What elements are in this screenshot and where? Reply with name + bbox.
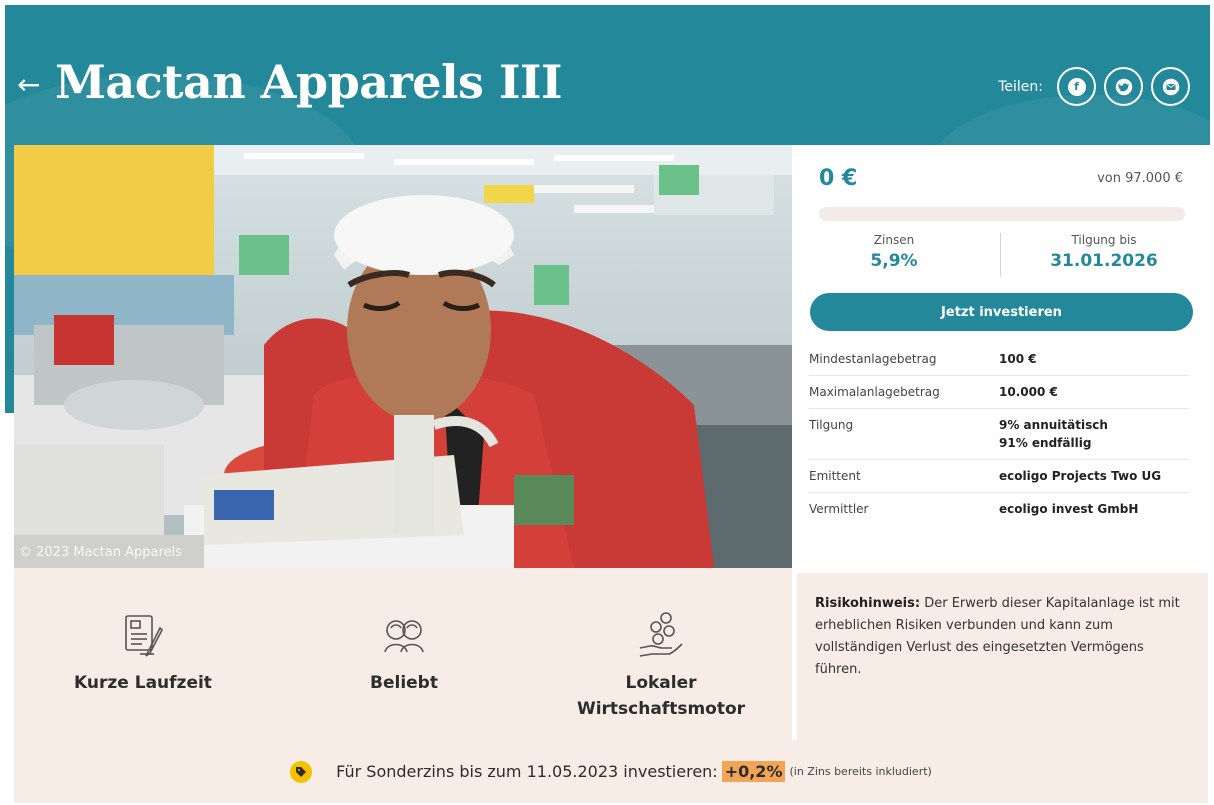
invested-amount: 0 € bbox=[819, 166, 858, 191]
share-label: Teilen: bbox=[998, 78, 1043, 95]
detail-value-group: 9% annuitätisch 91% endfällig bbox=[999, 416, 1189, 452]
bonus-banner: Für Sonderzins bis zum 11.05.2023 invest… bbox=[14, 740, 1208, 803]
bonus-note: (in Zins bereits inkludiert) bbox=[789, 765, 932, 778]
invest-button[interactable]: Jetzt investieren bbox=[810, 293, 1193, 331]
arrow-left-icon[interactable]: ← bbox=[17, 69, 40, 101]
repayment-label: Tilgung bis bbox=[1071, 233, 1137, 247]
feature-label: Lokaler Wirtschaftsmotor bbox=[576, 673, 746, 719]
detail-value: 9% annuitätisch bbox=[999, 418, 1108, 432]
feature-section: Kurze Laufzeit Beliebt Lokaler Wirtschaf… bbox=[14, 568, 792, 740]
project-page: ← Mactan Apparels III Teilen: f © 2023 M… bbox=[0, 0, 1214, 805]
stat-divider bbox=[1000, 233, 1001, 277]
target-amount: von 97.000 € bbox=[1097, 171, 1183, 186]
facebook-icon: f bbox=[1067, 77, 1086, 96]
twitter-share-button[interactable] bbox=[1104, 67, 1143, 106]
people-icon bbox=[384, 620, 424, 653]
detail-row-max: Maximalanlagebetrag 10.000 € bbox=[809, 376, 1189, 409]
detail-value: ecoligo Projects Two UG bbox=[999, 469, 1162, 483]
detail-value: 10.000 € bbox=[999, 385, 1058, 399]
repayment-value: 31.01.2026 bbox=[1050, 251, 1158, 271]
factory-worker-photo bbox=[14, 145, 792, 568]
project-photo: © 2023 Mactan Apparels bbox=[14, 145, 792, 568]
tag-icon bbox=[290, 760, 313, 783]
feature-popular: Beliebt bbox=[294, 610, 514, 696]
detail-row-min: Mindestanlagebetrag 100 € bbox=[809, 343, 1189, 376]
detail-row-repayment: Tilgung 9% annuitätisch 91% endfällig bbox=[809, 409, 1189, 460]
share-bar: Teilen: f bbox=[998, 67, 1190, 106]
feature-short-duration: Kurze Laufzeit bbox=[33, 610, 253, 696]
risk-text: Risikohinweis: Der Erwerb dieser Kapital… bbox=[815, 593, 1190, 681]
feature-label: Beliebt bbox=[370, 673, 438, 693]
funding-progress-bar bbox=[819, 207, 1185, 221]
feature-label: Kurze Laufzeit bbox=[74, 673, 212, 693]
risk-title: Risikohinweis: bbox=[815, 596, 921, 611]
detail-row-broker: Vermittler ecoligo invest GmbH bbox=[809, 493, 1189, 525]
detail-value: 100 € bbox=[999, 352, 1037, 366]
page-title: Mactan Apparels III bbox=[55, 55, 563, 109]
photo-credit: © 2023 Mactan Apparels bbox=[19, 545, 182, 560]
bonus-text: Für Sonderzins bis zum 11.05.2023 invest… bbox=[336, 762, 718, 781]
coins-hand-icon bbox=[639, 612, 683, 657]
detail-value: ecoligo invest GmbH bbox=[999, 502, 1139, 516]
feature-local-economy: Lokaler Wirtschaftsmotor bbox=[551, 610, 771, 722]
twitter-icon bbox=[1115, 78, 1132, 95]
document-pen-icon bbox=[125, 615, 163, 657]
detail-key: Mindestanlagebetrag bbox=[809, 352, 937, 366]
repayment-stat: Tilgung bis 31.01.2026 bbox=[1014, 233, 1194, 271]
detail-row-issuer: Emittent ecoligo Projects Two UG bbox=[809, 460, 1189, 493]
details-table: Mindestanlagebetrag 100 € Maximalanlageb… bbox=[809, 343, 1189, 525]
detail-key: Emittent bbox=[809, 469, 861, 483]
detail-key: Vermittler bbox=[809, 502, 869, 516]
facebook-share-button[interactable]: f bbox=[1057, 67, 1096, 106]
investment-card: 0 € von 97.000 € Zinsen 5,9% Tilgung bis… bbox=[792, 145, 1210, 568]
detail-key: Tilgung bbox=[809, 418, 854, 432]
risk-notice: Risikohinweis: Der Erwerb dieser Kapital… bbox=[797, 573, 1208, 740]
interest-stat: Zinsen 5,9% bbox=[804, 233, 984, 271]
mail-icon bbox=[1162, 78, 1179, 95]
interest-label: Zinsen bbox=[873, 233, 915, 247]
email-share-button[interactable] bbox=[1151, 67, 1190, 106]
detail-value-2: 91% endfällig bbox=[999, 436, 1092, 450]
interest-value: 5,9% bbox=[870, 251, 918, 271]
bonus-rate: +0,2% bbox=[721, 761, 786, 782]
detail-key: Maximalanlagebetrag bbox=[809, 385, 940, 399]
